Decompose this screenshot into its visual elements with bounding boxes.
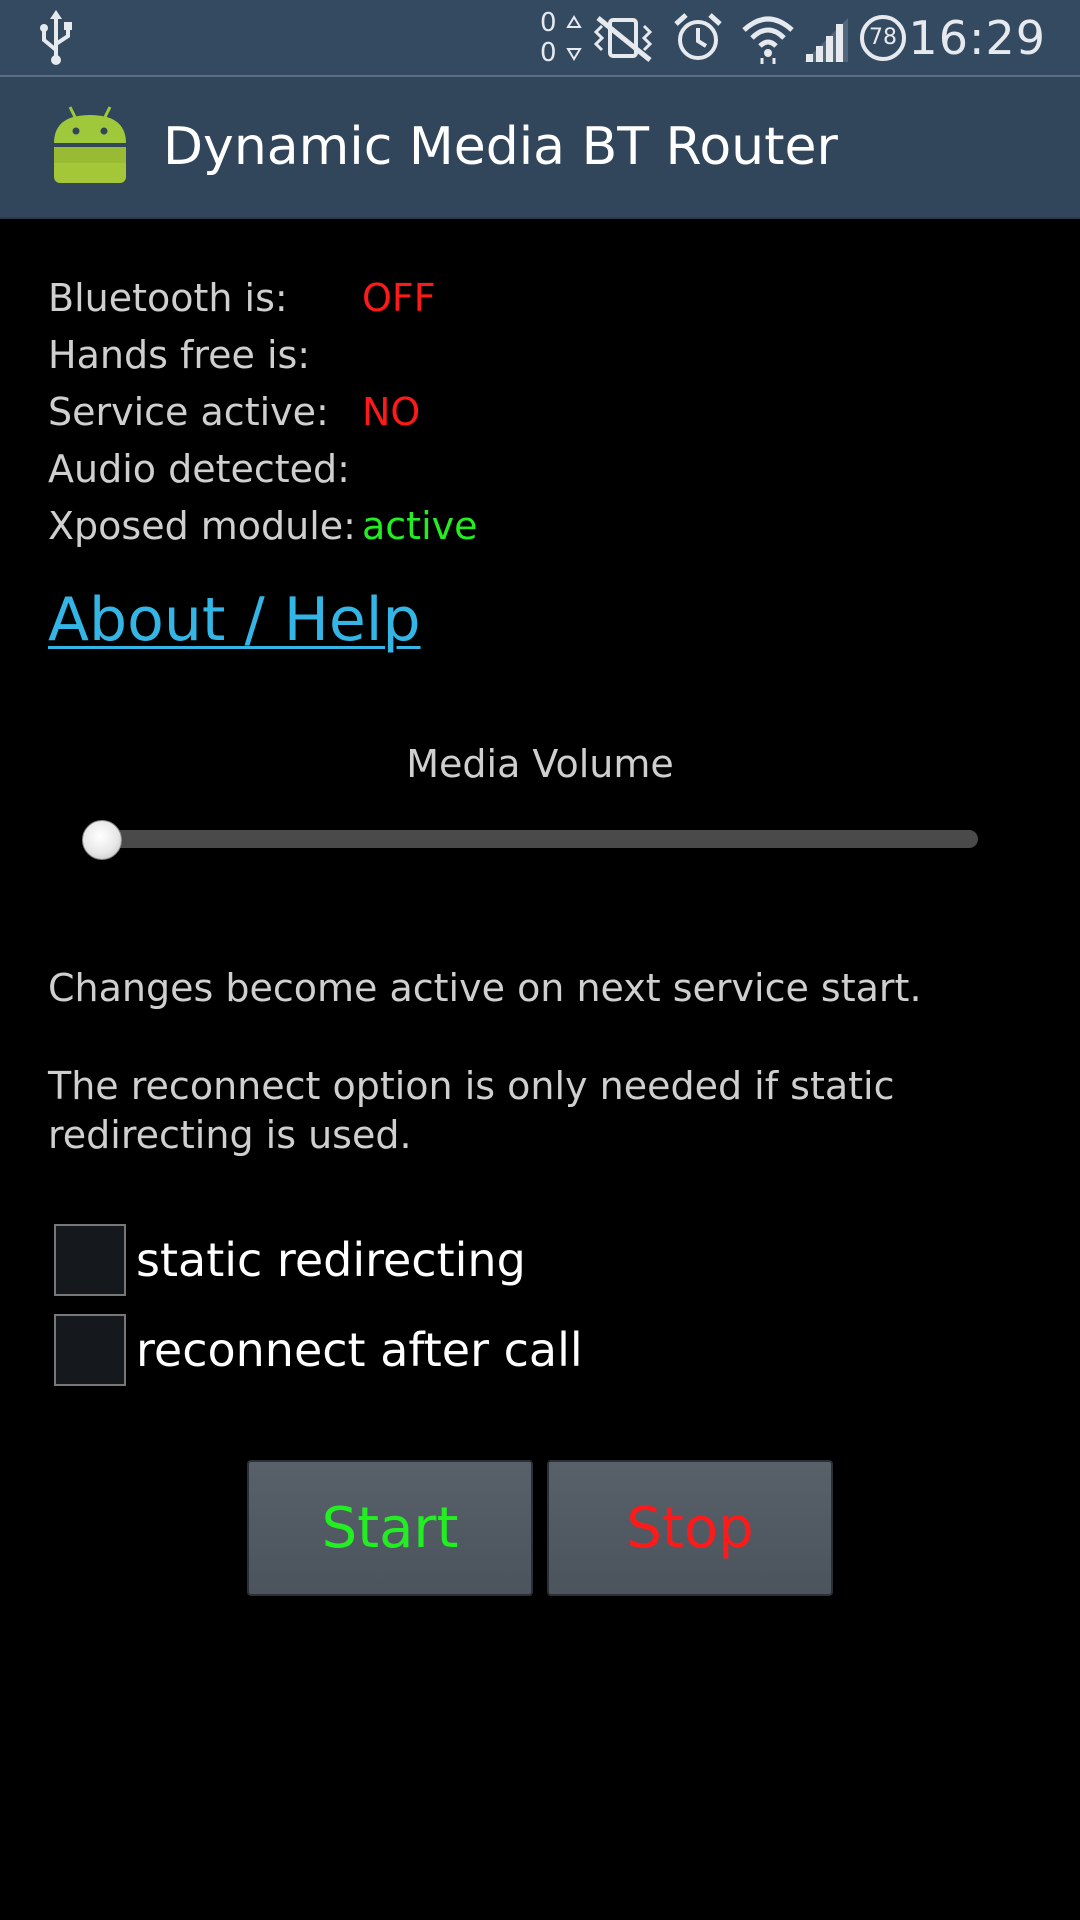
data-arrows-icon	[566, 0, 582, 75]
battery-icon: 78	[858, 0, 908, 75]
audio-label: Audio detected:	[48, 447, 350, 491]
status-bar: 0 0 78 16:29	[0, 0, 1080, 77]
static-redirecting-label[interactable]: static redirecting	[136, 1233, 526, 1287]
vibrate-mute-icon	[588, 0, 660, 75]
usb-icon	[36, 0, 76, 75]
status-time: 16:29	[908, 10, 1046, 65]
media-volume-slider[interactable]	[96, 830, 978, 848]
static-redirecting-checkbox[interactable]	[54, 1224, 126, 1296]
reconnect-after-call-label[interactable]: reconnect after call	[136, 1323, 583, 1377]
bluetooth-label: Bluetooth is:	[48, 276, 288, 320]
note-changes: Changes become active on next service st…	[48, 966, 922, 1010]
about-help-link[interactable]: About / Help	[48, 585, 421, 655]
stop-button[interactable]: Stop	[547, 1460, 833, 1596]
signal-icon	[802, 0, 850, 75]
data-activity-icon: 0 0	[540, 7, 557, 68]
media-volume-label: Media Volume	[406, 742, 674, 786]
note-reconnect: The reconnect option is only needed if s…	[48, 1064, 895, 1157]
handsfree-label: Hands free is:	[48, 333, 311, 377]
bluetooth-value: OFF	[362, 276, 436, 320]
android-icon	[50, 105, 130, 187]
reconnect-after-call-checkbox[interactable]	[54, 1314, 126, 1386]
service-label: Service active:	[48, 390, 329, 434]
service-value: NO	[362, 390, 421, 434]
alarm-icon	[672, 0, 724, 75]
xposed-label: Xposed module:	[48, 504, 356, 548]
action-bar: Dynamic Media BT Router	[0, 77, 1080, 219]
wifi-icon	[740, 0, 796, 75]
reconnect-after-call-option[interactable]: reconnect after call	[54, 1312, 583, 1388]
app-title: Dynamic Media BT Router	[163, 117, 838, 177]
static-redirecting-option[interactable]: static redirecting	[54, 1222, 526, 1298]
start-button[interactable]: Start	[247, 1460, 533, 1596]
media-volume-thumb[interactable]	[82, 820, 122, 860]
xposed-value: active	[362, 504, 478, 548]
